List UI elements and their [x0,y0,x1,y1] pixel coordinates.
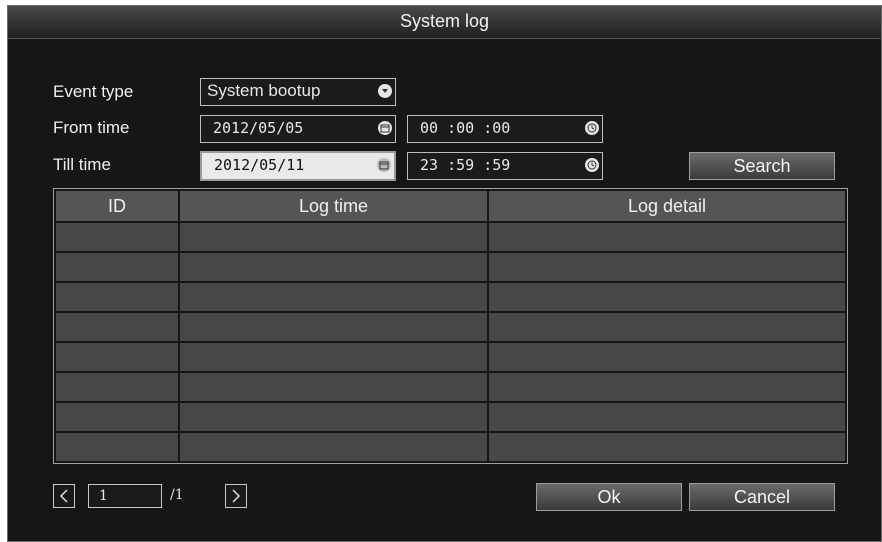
cell-log-detail [487,371,847,403]
cell-log-time [178,281,489,313]
clock-icon[interactable] [585,158,599,172]
till-date-value: 2012/05/11 [214,156,305,174]
cancel-button[interactable]: Cancel [689,483,835,511]
table-row[interactable] [54,431,847,463]
cell-id [54,251,180,283]
dialog-title: System log [8,6,881,39]
cell-id [54,371,180,403]
column-header-log-detail: Log detail [487,189,847,223]
from-clock-value: 00 :00 :00 [420,119,511,137]
cell-log-time [178,311,489,343]
table-row[interactable] [54,311,847,343]
cell-log-detail [487,251,847,283]
table-row[interactable] [54,221,847,253]
page-number-input[interactable]: 1 [88,484,162,508]
cell-log-detail [487,281,847,313]
from-clock-field[interactable]: 00 :00 :00 [407,115,603,143]
table-row[interactable] [54,371,847,403]
column-header-id: ID [54,189,180,223]
log-table: ID Log time Log detail [53,188,848,464]
cell-log-time [178,371,489,403]
table-row[interactable] [54,281,847,313]
cell-log-detail [487,401,847,433]
cell-log-detail [487,341,847,373]
table-row[interactable] [54,401,847,433]
till-date-field[interactable]: 2012/05/11 [200,151,396,181]
cell-log-time [178,431,489,463]
chevron-down-icon[interactable] [378,84,392,98]
cell-id [54,281,180,313]
event-type-value: System bootup [207,81,321,100]
prev-page-button[interactable] [53,484,75,508]
clock-icon[interactable] [585,121,599,135]
table-row[interactable] [54,341,847,373]
till-clock-field[interactable]: 23 :59 :59 [407,152,603,180]
table-row[interactable] [54,251,847,283]
next-page-button[interactable] [225,484,247,508]
chevron-left-icon [59,489,68,503]
cell-log-detail [487,311,847,343]
from-date-value: 2012/05/05 [213,119,304,137]
chevron-right-icon [232,489,241,503]
cell-log-time [178,251,489,283]
cell-log-time [178,341,489,373]
calendar-icon[interactable] [377,158,391,172]
search-button[interactable]: Search [689,152,835,180]
event-type-label: Event type [53,82,134,101]
system-log-dialog: System log Event type System bootup From… [7,5,882,542]
column-header-log-time: Log time [178,189,489,223]
from-date-field[interactable]: 2012/05/05 [200,115,396,143]
ok-button[interactable]: Ok [536,483,682,511]
cell-id [54,401,180,433]
cell-id [54,431,180,463]
cell-id [54,311,180,343]
cell-log-time [178,401,489,433]
event-type-select[interactable]: System bootup [200,78,396,106]
calendar-icon[interactable] [378,121,392,135]
page-total: /1 [170,487,184,503]
till-clock-value: 23 :59 :59 [420,156,511,174]
cell-log-detail [487,431,847,463]
cell-log-detail [487,221,847,253]
till-time-label: Till time [53,155,111,174]
cell-log-time [178,221,489,253]
cell-id [54,341,180,373]
from-time-label: From time [53,118,130,137]
cell-id [54,221,180,253]
table-header-row: ID Log time Log detail [54,189,847,223]
